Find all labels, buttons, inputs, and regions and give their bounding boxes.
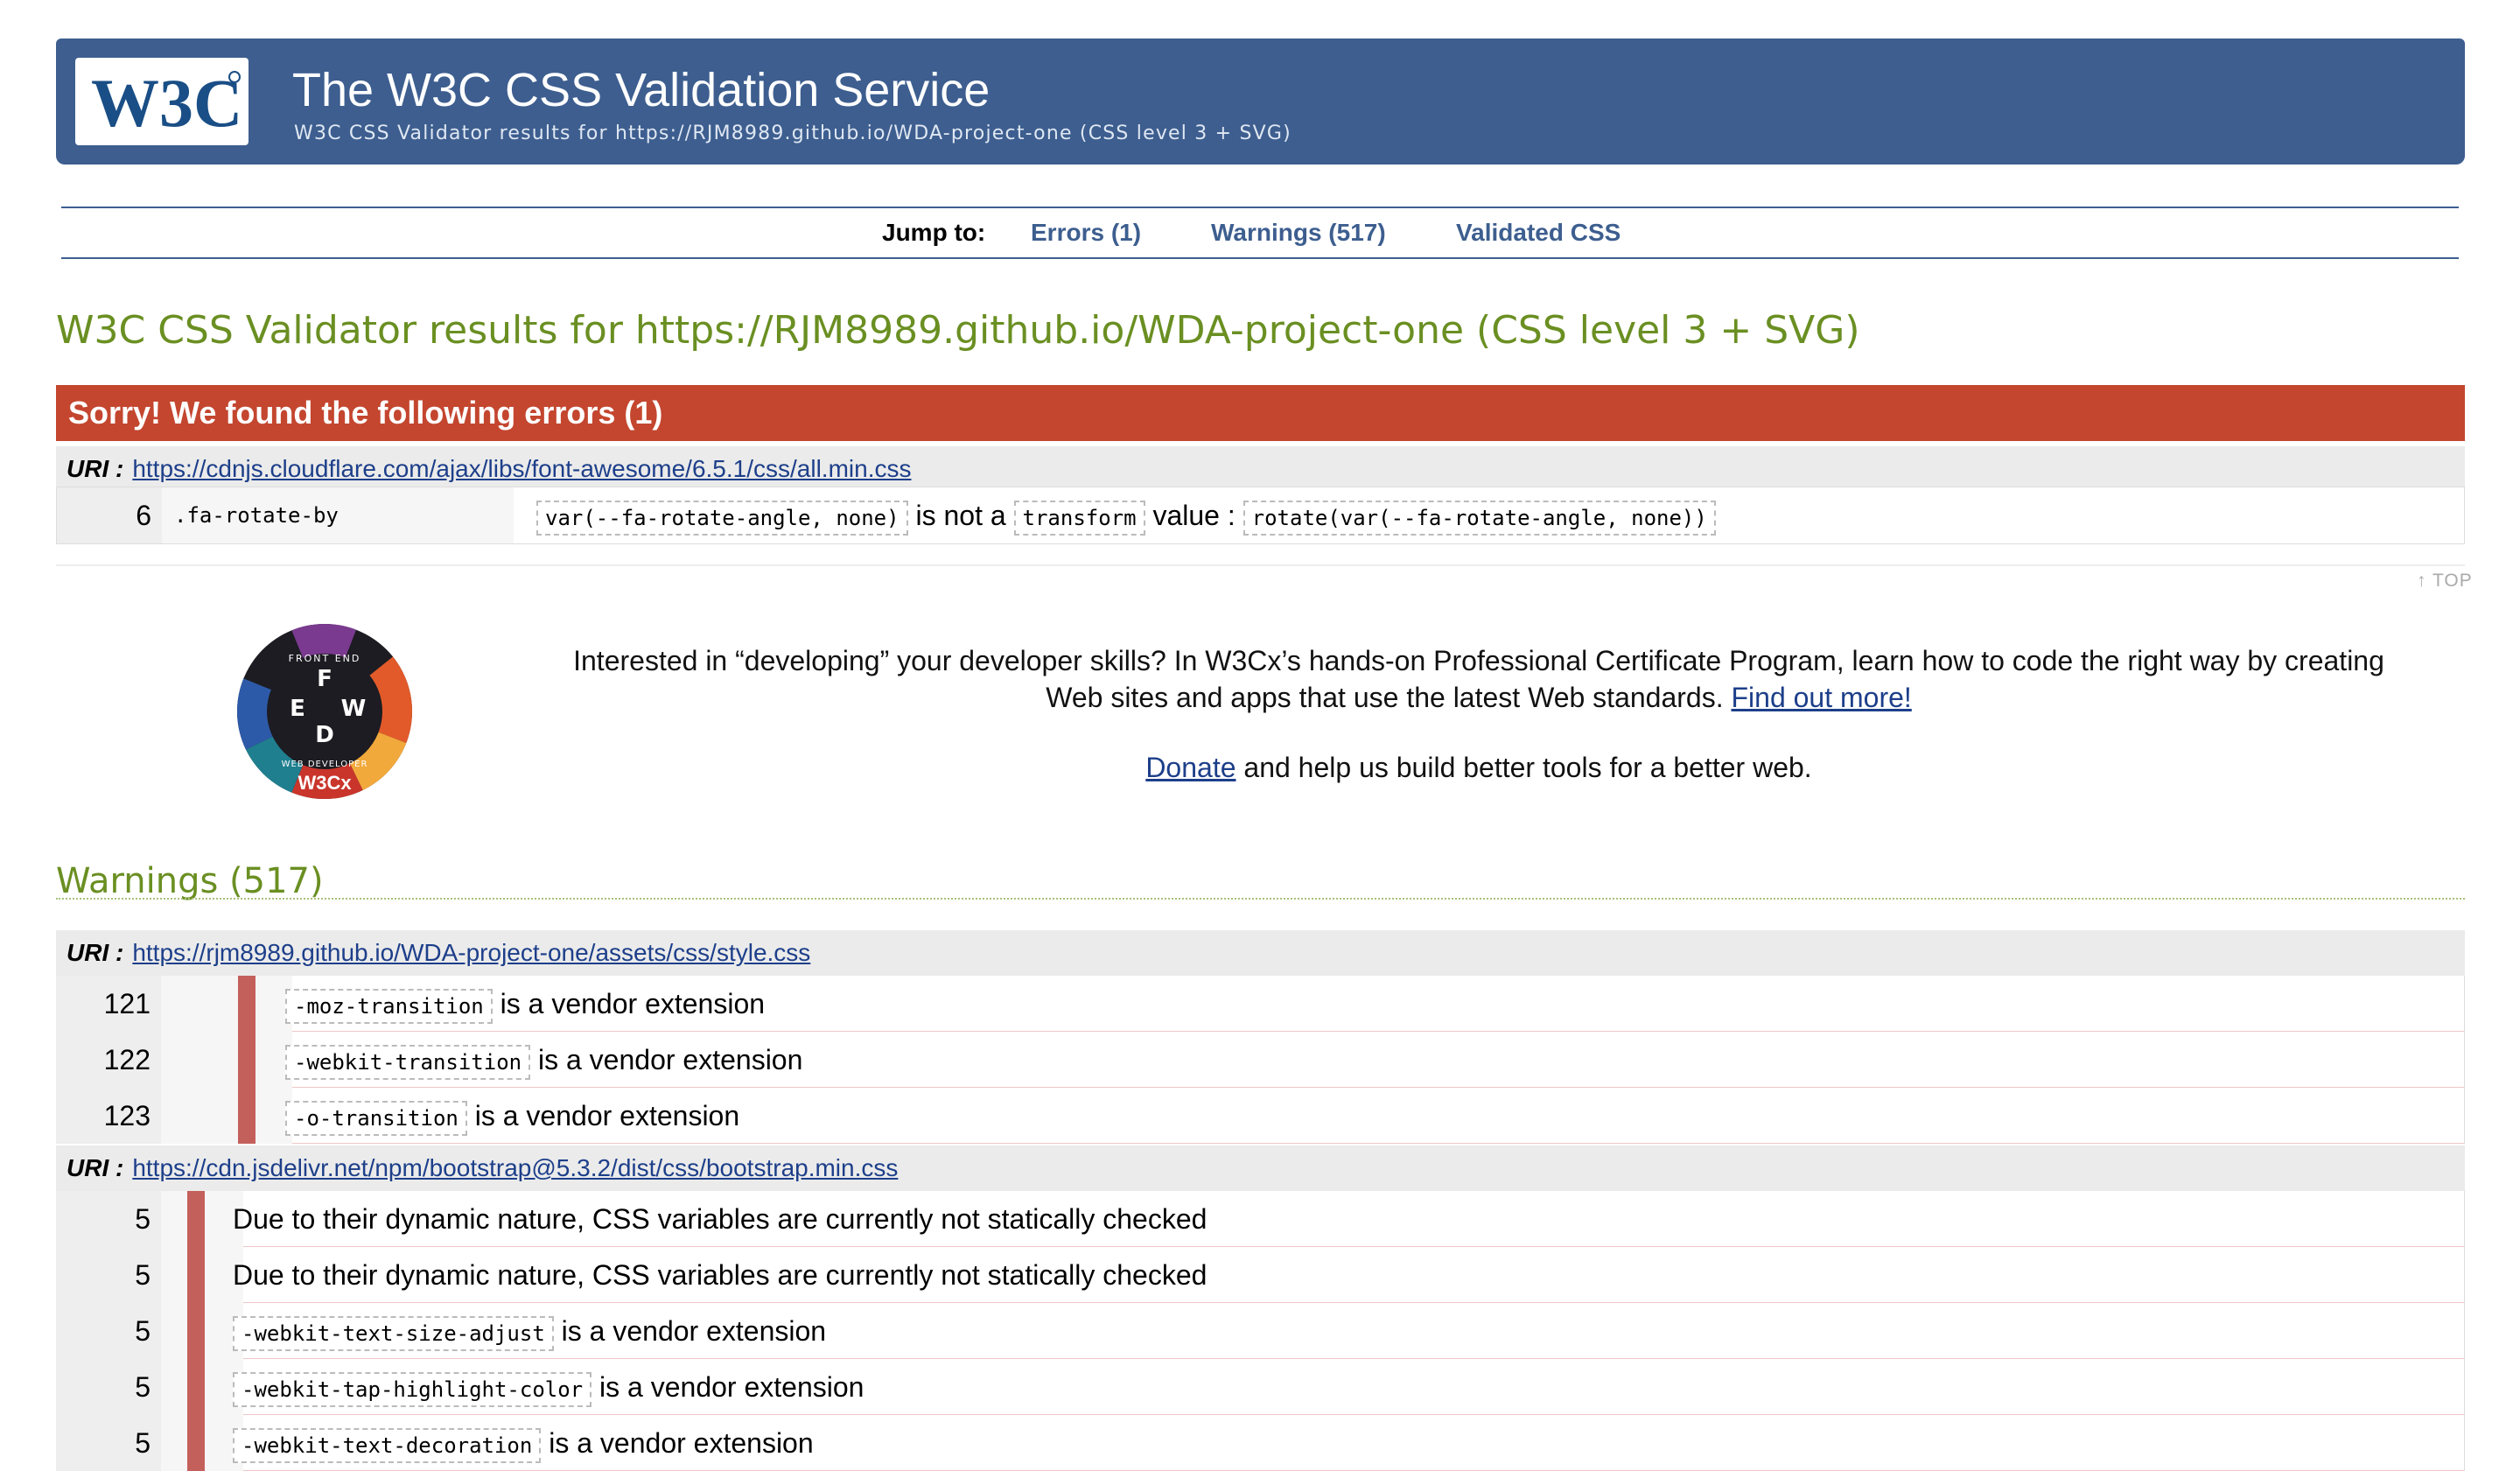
error-row: 6 .fa-rotate-by var(--fa-rotate-angle, n… (56, 487, 2465, 544)
warning-level-bar (187, 1303, 205, 1359)
error-token: rotate(var(--fa-rotate-angle, none)) (1242, 501, 1716, 536)
warning-row: 121 -moz-transition is a vendor extensio… (56, 976, 2465, 1032)
error-line-number: 6 (57, 487, 162, 543)
error-token: transform (1013, 501, 1145, 536)
error-text: value : (1152, 500, 1236, 531)
warning-context (161, 1032, 292, 1088)
badge-letter: W (341, 696, 367, 722)
warning-token: -moz-transition (285, 989, 493, 1024)
donate-line: Donate and help us build better tools fo… (560, 749, 2398, 786)
badge-logo: W3Cx (298, 772, 352, 794)
warning-text: is a vendor extension (561, 1315, 827, 1347)
warning-message: -moz-transition is a vendor extension (285, 984, 765, 1026)
divider (56, 564, 2465, 566)
uri-label: URI : (66, 939, 124, 966)
warning-line-number: 123 (56, 1088, 161, 1144)
uri-label: URI : (66, 455, 124, 482)
warning-level-bar (187, 1191, 205, 1247)
warning-text: is a vendor extension (500, 988, 766, 1019)
warning-row: 5 -webkit-tap-highlight-color is a vendo… (56, 1359, 2465, 1415)
warning-context (161, 1088, 292, 1144)
error-token: var(--fa-rotate-angle, none) (536, 501, 908, 536)
warning-row: 122 -webkit-transition is a vendor exten… (56, 1032, 2465, 1088)
donate-link[interactable]: Donate (1145, 752, 1236, 783)
warning-text: is a vendor extension (537, 1044, 803, 1075)
page-title: The W3C CSS Validation Service (292, 64, 990, 116)
warning-uri-link[interactable]: https://cdn.jsdelivr.net/npm/bootstrap@5… (132, 1154, 898, 1181)
warning-row: 123 -o-transition is a vendor extension (56, 1088, 2465, 1144)
error-uri-row: URI : https://cdnjs.cloudflare.com/ajax/l… (56, 446, 2465, 492)
results-heading: W3C CSS Validator results for https://RJ… (56, 308, 1860, 353)
back-to-top-link[interactable]: ↑ TOP (2417, 571, 2473, 592)
warning-level-bar (187, 1359, 205, 1415)
warning-text: is a vendor extension (474, 1100, 740, 1131)
w3c-logo-icon: W3C (91, 65, 242, 141)
warning-text: is a vendor extension (549, 1427, 814, 1459)
warning-message: -webkit-tap-highlight-color is a vendor … (233, 1368, 864, 1409)
warning-token: -webkit-transition (285, 1045, 531, 1080)
warning-level-bar (187, 1415, 205, 1471)
warning-line-number: 5 (56, 1415, 161, 1471)
warning-line-number: 122 (56, 1032, 161, 1088)
jump-nav: Jump to: Errors (1) Warnings (517) Valid… (61, 207, 2459, 259)
promo-text: Interested in “developing” your develope… (560, 642, 2398, 716)
jump-errors-link[interactable]: Errors (1) (1031, 219, 1141, 247)
find-out-more-link[interactable]: Find out more! (1731, 682, 1911, 713)
warning-level-bar (238, 1032, 256, 1088)
error-message: var(--fa-rotate-angle, none) is not a tr… (536, 496, 1716, 537)
badge-letter: D (315, 722, 334, 748)
warning-token: -webkit-text-decoration (233, 1428, 542, 1463)
donate-text: and help us build better tools for a bet… (1243, 752, 1812, 783)
badge-letter: E (290, 696, 305, 722)
warning-row: 5 Due to their dynamic nature, CSS varia… (56, 1247, 2465, 1303)
badge-ring-bottom: WEB DEVELOPER (282, 760, 368, 769)
warning-context (161, 976, 292, 1032)
warning-message: -webkit-transition is a vendor extension (285, 1040, 802, 1082)
warning-token: -o-transition (285, 1101, 467, 1136)
header-banner: W3C The W3C CSS Validation Service W3C C… (56, 39, 2465, 165)
warnings-divider (56, 898, 2465, 900)
warning-level-bar (238, 1088, 256, 1144)
page-subtitle: W3C CSS Validator results for https://RJ… (294, 123, 1292, 144)
warnings-heading: Warnings (517) (56, 861, 324, 901)
w3c-logo[interactable]: W3C (75, 58, 248, 145)
error-text: is not a (915, 500, 1006, 531)
errors-heading: Sorry! We found the following errors (1) (56, 385, 2465, 441)
warning-message: -o-transition is a vendor extension (285, 1096, 739, 1138)
warning-message: -webkit-text-decoration is a vendor exte… (233, 1424, 814, 1465)
badge-ring-top: FRONT END (289, 653, 361, 664)
warning-message: Due to their dynamic nature, CSS variabl… (233, 1259, 1208, 1291)
warning-level-bar (187, 1247, 205, 1303)
promo-block: Interested in “developing” your develope… (560, 642, 2398, 786)
warning-line-number: 121 (56, 976, 161, 1032)
warning-line-number: 5 (56, 1191, 161, 1247)
warning-uri-row: URI : https://cdn.jsdelivr.net/npm/bootst… (56, 1145, 2465, 1191)
front-end-developer-badge[interactable]: F E W D FRONT END WEB DEVELOPER W3Cx (236, 623, 413, 800)
warning-token: -webkit-text-size-adjust (233, 1316, 554, 1351)
warning-message: Due to their dynamic nature, CSS variabl… (233, 1203, 1208, 1235)
warning-text: is a vendor extension (599, 1371, 864, 1403)
jump-warnings-link[interactable]: Warnings (517) (1211, 219, 1386, 247)
error-context: .fa-rotate-by (162, 487, 514, 543)
logo-text: W3C (91, 65, 242, 141)
jump-validated-css-link[interactable]: Validated CSS (1456, 219, 1620, 247)
uri-label: URI : (66, 1154, 124, 1181)
warning-row: 5 Due to their dynamic nature, CSS varia… (56, 1191, 2465, 1247)
badge-icon: F E W D FRONT END WEB DEVELOPER W3Cx (237, 624, 412, 799)
warning-uri-row: URI : https://rjm8989.github.io/WDA-proje… (56, 930, 2465, 976)
warning-row: 5 -webkit-text-decoration is a vendor ex… (56, 1415, 2465, 1471)
error-uri-link[interactable]: https://cdnjs.cloudflare.com/ajax/libs/f… (132, 455, 911, 482)
promo-message: Interested in “developing” your develope… (573, 645, 2384, 713)
warning-line-number: 5 (56, 1247, 161, 1303)
warning-message: -webkit-text-size-adjust is a vendor ext… (233, 1312, 826, 1353)
badge-letter: F (317, 666, 332, 692)
warning-line-number: 5 (56, 1359, 161, 1415)
warning-line-number: 5 (56, 1303, 161, 1359)
warning-row: 5 -webkit-text-size-adjust is a vendor e… (56, 1303, 2465, 1359)
jump-label: Jump to: (882, 219, 986, 246)
warning-level-bar (238, 976, 256, 1032)
warning-token: -webkit-tap-highlight-color (233, 1372, 592, 1407)
warning-uri-link[interactable]: https://rjm8989.github.io/WDA-project-on… (132, 939, 810, 966)
